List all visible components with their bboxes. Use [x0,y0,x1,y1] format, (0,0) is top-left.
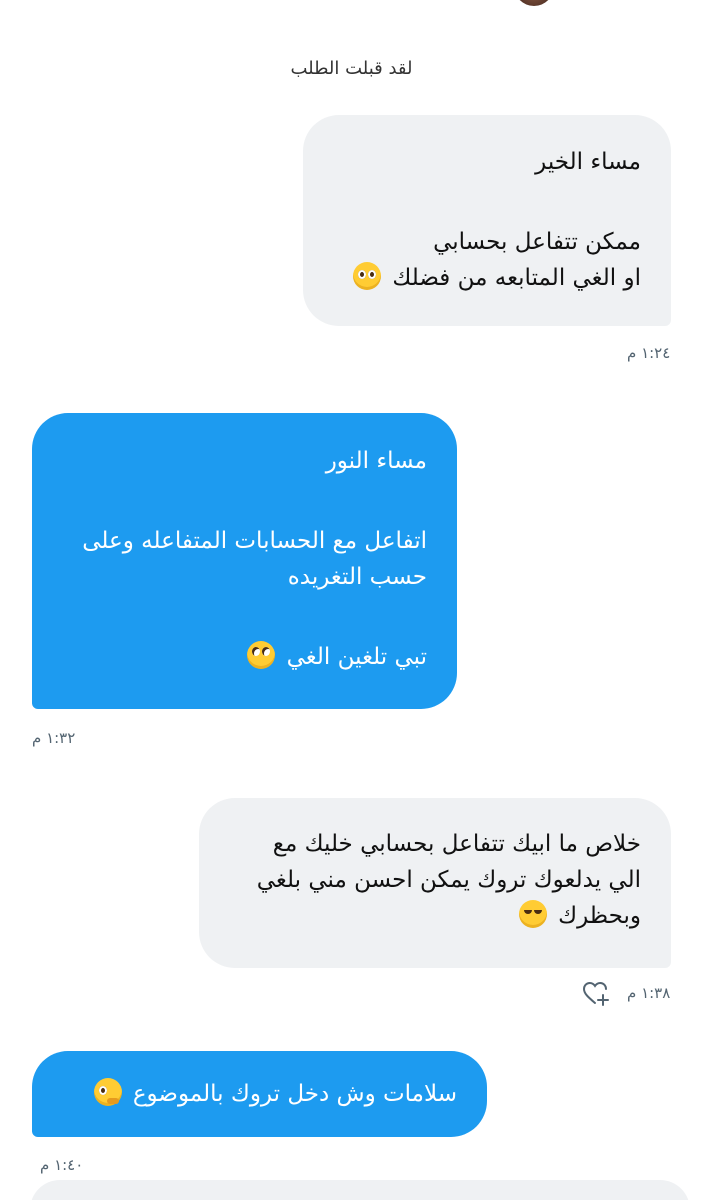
message-bubble-received[interactable]: سلامات وش دخل تروك بالموضوع [32,1051,487,1137]
message-line: او الغي المتابعه من فضلك [392,265,641,291]
message-line: سلامات وش دخل تروك بالموضوع [132,1081,457,1107]
message-timestamp: ١:٢٤ م [627,344,671,362]
message-bubble-sent[interactable]: مساء الخير ممكن تتفاعل بحسابي او الغي ال… [303,115,671,326]
message-bubble-sent[interactable]: خلاص ما ابيك تتفاعل بحسابي خليك مع الي ي… [199,798,671,968]
message-line: تبي تلغين الغي [286,644,427,670]
message-line: حسب التغريده [287,564,427,590]
message-line: خلاص ما ابيك تتفاعل بحسابي خليك مع [272,831,641,857]
message-timestamp: ١:٤٠ م [40,1156,84,1174]
pleading-face-icon [353,262,382,290]
message-line: اتفاعل مع الحسابات المتفاعله وعلى [82,528,427,554]
message-timestamp: ١:٣٨ م [627,984,671,1002]
message-bubble-received[interactable]: مساء النور اتفاعل مع الحسابات المتفاعله … [32,413,457,709]
message-line: ممكن تتفاعل بحسابي [433,229,641,255]
message-line: مساء الخير [535,149,641,175]
message-line: مساء النور [325,448,427,474]
next-message-bubble[interactable] [30,1180,690,1200]
message-timestamp: ١:٣٢ م [32,729,76,747]
avatar[interactable] [514,0,554,6]
add-reaction-heart-icon[interactable] [582,980,610,1006]
face-with-rolling-eyes-icon [247,641,276,669]
request-accepted-note: لقد قبلت الطلب [290,58,413,79]
dm-conversation: لقد قبلت الطلب مساء الخير ممكن تتفاعل بح… [0,0,703,1200]
smiling-face-with-tear-icon [518,900,547,928]
thinking-face-icon [93,1078,122,1106]
message-line: الي يدلعوك تروك يمكن احسن مني بلغي [256,867,641,893]
message-line: وبحظرك [558,903,641,929]
